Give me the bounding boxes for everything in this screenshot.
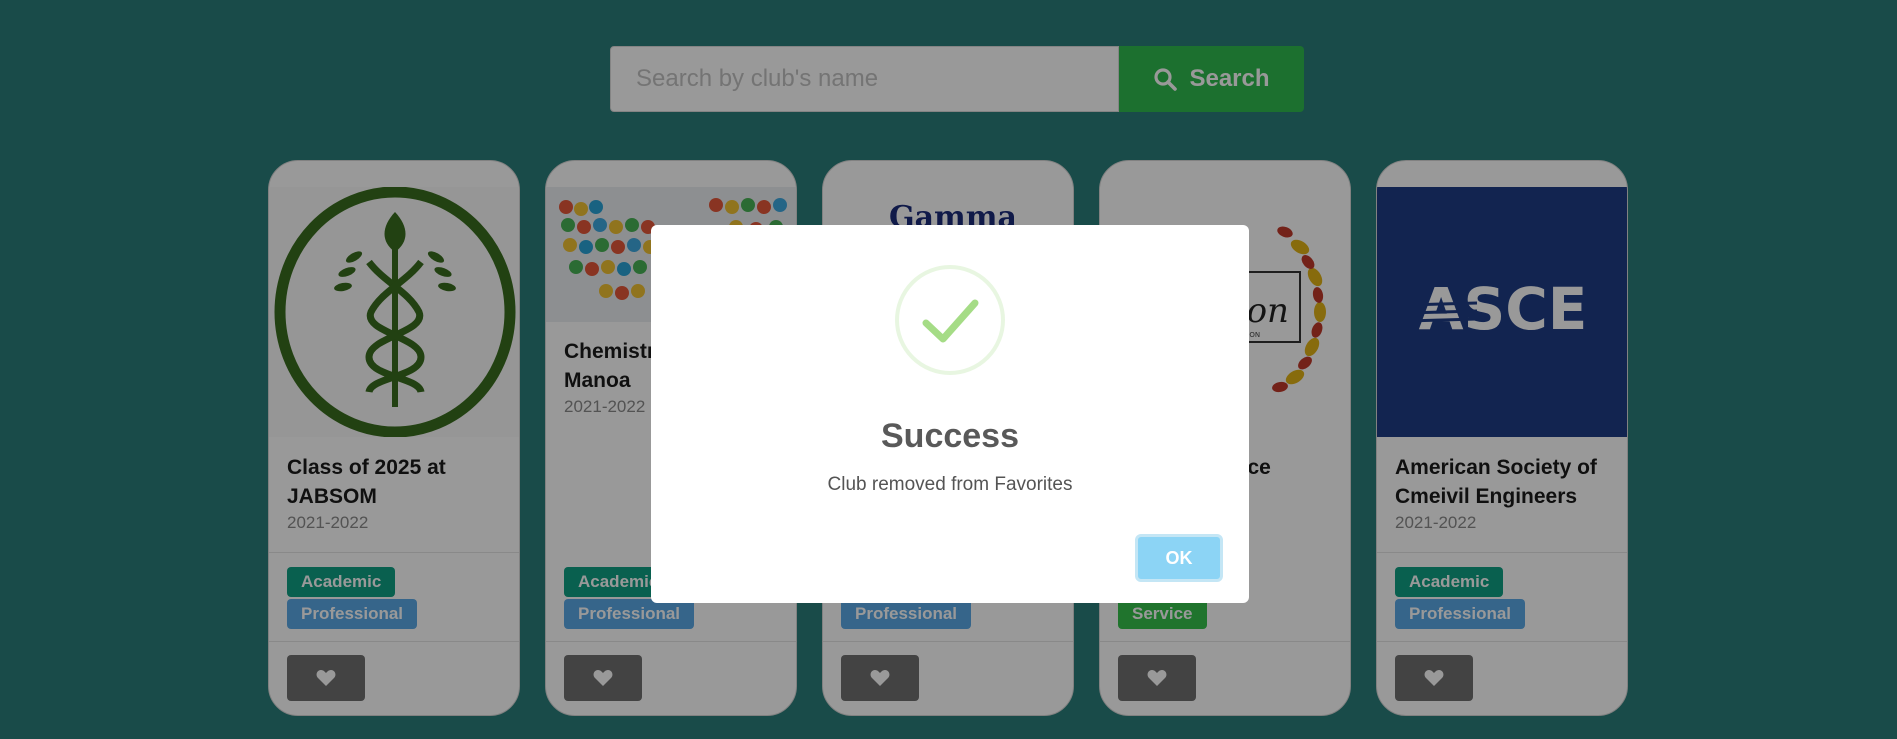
ok-button[interactable]: OK	[1135, 534, 1223, 582]
checkmark-icon	[922, 299, 979, 343]
dialog-title: Success	[881, 417, 1019, 455]
dialog-message: Club removed from Favorites	[827, 474, 1073, 495]
success-icon-ring	[895, 265, 1005, 375]
success-dialog: Success Club removed from Favorites OK	[651, 225, 1249, 603]
